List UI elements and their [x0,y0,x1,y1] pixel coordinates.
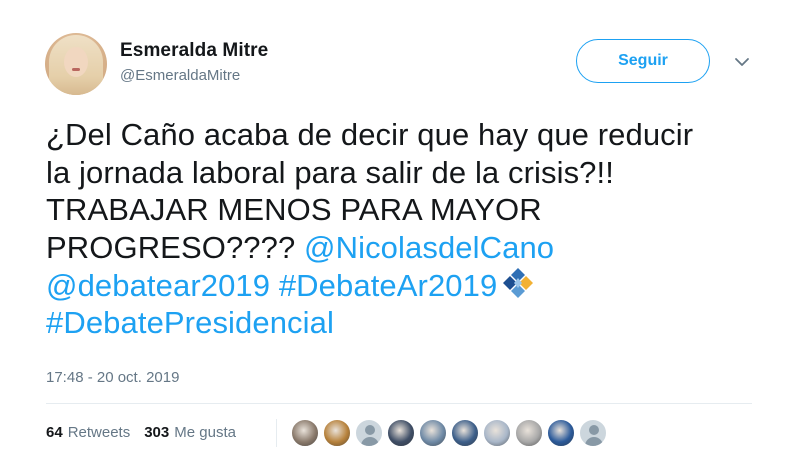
default-avatar-icon[interactable] [354,418,384,448]
tweet-stats: 64 Retweets 303 Me gusta [46,424,236,441]
divider [46,403,752,404]
likes-stat[interactable]: 303 Me gusta [144,424,236,441]
likes-label: Me gusta [174,424,236,441]
tweet-text-line: PROGRESO???? @NicolasdelCano [46,229,756,267]
follow-button[interactable]: Seguir [576,39,710,83]
hashtag-link[interactable]: #DebatePresidencial [46,305,334,340]
liker-avatar[interactable] [514,418,544,448]
retweets-stat[interactable]: 64 Retweets [46,424,130,441]
liker-avatar[interactable] [546,418,576,448]
liker-avatar[interactable] [290,418,320,448]
tweet-text-line: TRABAJAR MENOS PARA MAYOR [46,191,756,229]
tweet-text-segment: ¿Del Caño acaba de decir que hay que red… [46,117,694,152]
retweets-count: 64 [46,424,63,441]
tweet-text-line: ¿Del Caño acaba de decir que hay que red… [46,116,756,154]
tweet-text-segment [270,268,279,303]
tweet-timestamp[interactable]: 17:48 - 20 oct. 2019 [46,369,179,386]
avatar-face [64,47,88,77]
default-avatar-icon[interactable] [578,418,608,448]
avatar-lips [72,68,80,71]
likes-count: 303 [144,424,170,441]
mention-link[interactable]: @debatear2019 [46,268,270,303]
chevron-down-icon[interactable] [733,55,751,69]
hashtag-link[interactable]: #DebateAr2019 [279,268,497,303]
mention-link[interactable]: @NicolasdelCano [304,230,554,265]
tweet-card: Esmeralda Mitre @EsmeraldaMitre Seguir ¿… [0,0,800,461]
tweet-text-segment: PROGRESO???? [46,229,305,265]
stats-divider [276,419,277,447]
retweets-label: Retweets [67,424,131,441]
author-avatar[interactable] [45,33,107,95]
tweet-text-segment: TRABAJAR MENOS PARA MAYOR [46,192,542,227]
tweet-text-line: la jornada laboral para salir de la cris… [46,154,756,192]
debate-ar-diamond-icon [503,268,534,298]
liker-avatar[interactable] [418,418,448,448]
liker-avatar[interactable] [482,418,512,448]
author-name[interactable]: Esmeralda Mitre [120,40,268,62]
liker-avatar[interactable] [322,418,352,448]
likers-avatars [290,418,608,448]
liker-avatar[interactable] [450,418,480,448]
tweet-text-line: @debatear2019 #DebateAr2019 [46,266,756,304]
tweet-text-line: #DebatePresidencial [46,304,756,342]
tweet-text: ¿Del Caño acaba de decir que hay que red… [46,116,756,341]
author-handle[interactable]: @EsmeraldaMitre [120,67,240,84]
tweet-text-segment: la jornada laboral para salir de la cris… [46,154,614,190]
liker-avatar[interactable] [386,418,416,448]
